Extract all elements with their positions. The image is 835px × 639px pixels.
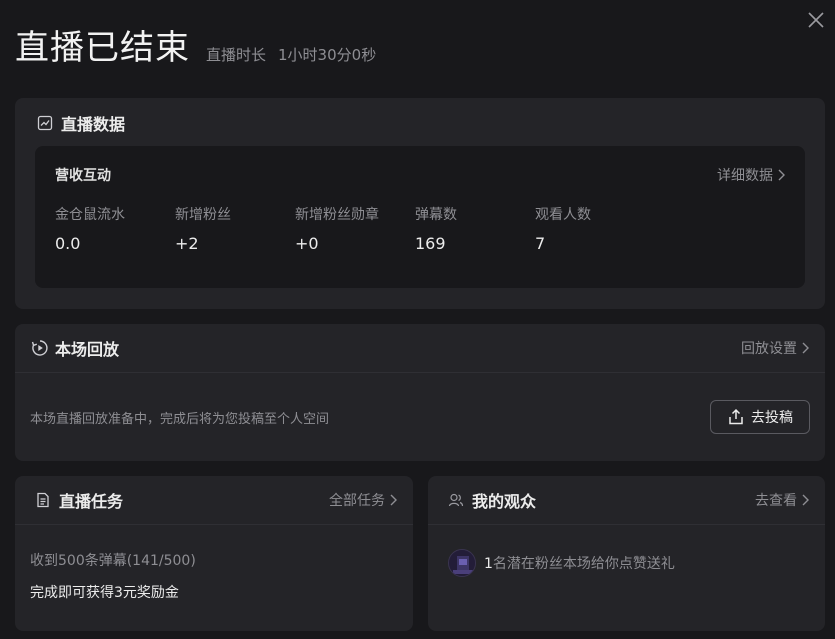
replay-icon (31, 339, 49, 357)
metric-label: 观看人数 (535, 207, 591, 223)
live-stats-card: 直播数据 营收互动 详细数据 金仓鼠流水 0.0 新增粉丝 +2 新增粉丝勋章 … (15, 98, 825, 309)
live-stats-title: 直播数据 (61, 115, 126, 134)
chart-icon (37, 114, 55, 132)
all-tasks-link[interactable]: 全部任务 (329, 490, 397, 510)
duration-label: 直播时长 (206, 46, 267, 64)
metric-new-fan-medals: 新增粉丝勋章 +0 (295, 204, 415, 253)
metric-label: 新增粉丝 (175, 207, 231, 223)
chevron-right-icon (802, 494, 809, 506)
detail-data-link[interactable]: 详细数据 (717, 165, 785, 185)
chevron-right-icon (778, 169, 785, 181)
revenue-interaction-title: 营收互动 (55, 168, 111, 184)
close-icon[interactable] (806, 10, 826, 30)
task-reward: 完成即可获得3元奖励金 (30, 585, 179, 601)
my-audience-title: 我的观众 (472, 492, 537, 511)
metric-danmaku-count: 弹幕数 169 (415, 204, 535, 253)
users-icon (448, 491, 466, 509)
page-title: 直播已结束 (15, 28, 190, 68)
metric-viewers: 观看人数 7 (535, 204, 655, 253)
metric-label: 弹幕数 (415, 207, 457, 223)
audience-text: 名潜在粉丝本场给你点赞送礼 (492, 556, 675, 572)
avatar[interactable] (448, 549, 476, 577)
header: 直播已结束 直播时长 1小时30分0秒 (15, 26, 376, 70)
view-audience-label: 去查看 (755, 493, 797, 509)
duration-value: 1小时30分0秒 (278, 46, 377, 64)
replay-settings-link[interactable]: 回放设置 (741, 338, 809, 358)
replay-body: 本场直播回放准备中，完成后将为您投稿至个人空间 去投稿 (15, 373, 825, 461)
metric-value: 7 (535, 234, 546, 253)
replay-title: 本场回放 (55, 340, 120, 359)
metrics-row: 金仓鼠流水 0.0 新增粉丝 +2 新增粉丝勋章 +0 弹幕数 169 观看人数… (35, 204, 805, 253)
metric-label: 金仓鼠流水 (55, 207, 125, 223)
revenue-interaction-header: 营收互动 详细数据 (35, 146, 805, 204)
document-icon (35, 491, 53, 509)
upload-button[interactable]: 去投稿 (710, 400, 810, 434)
metric-gold-hamster: 金仓鼠流水 0.0 (55, 204, 175, 253)
replay-settings-label: 回放设置 (741, 341, 797, 357)
replay-card: 本场回放 回放设置 本场直播回放准备中，完成后将为您投稿至个人空间 去投稿 (15, 324, 825, 461)
audience-summary: 1名潜在粉丝本场给你点赞送礼 (484, 553, 675, 573)
metric-new-fans: 新增粉丝 +2 (175, 204, 295, 253)
detail-data-label: 详细数据 (717, 168, 773, 184)
my-audience-card: 我的观众 去查看 1名潜在粉丝本场给你点赞送礼 (428, 476, 825, 631)
replay-description: 本场直播回放准备中，完成后将为您投稿至个人空间 (30, 411, 330, 427)
metric-label: 新增粉丝勋章 (295, 207, 379, 223)
metric-value: +2 (175, 234, 199, 253)
metric-value: 0.0 (55, 234, 81, 253)
replay-header: 本场回放 回放设置 (15, 324, 825, 372)
chevron-right-icon (802, 342, 809, 354)
live-stats-header: 直播数据 (15, 98, 825, 148)
chevron-right-icon (390, 494, 397, 506)
audience-count: 1 (484, 556, 493, 572)
task-progress: 收到500条弹幕(141/500) (30, 553, 196, 569)
upload-button-label: 去投稿 (751, 410, 793, 426)
close-button[interactable] (806, 10, 826, 30)
metric-value: 169 (415, 234, 446, 253)
live-tasks-header: 直播任务 全部任务 (15, 476, 413, 524)
view-audience-link[interactable]: 去查看 (755, 490, 809, 510)
my-audience-header: 我的观众 去查看 (428, 476, 825, 524)
audience-row: 1名潜在粉丝本场给你点赞送礼 (428, 525, 825, 577)
upload-icon (729, 408, 743, 425)
live-tasks-card: 直播任务 全部任务 收到500条弹幕(141/500) 完成即可获得3元奖励金 (15, 476, 413, 631)
revenue-interaction-panel: 营收互动 详细数据 金仓鼠流水 0.0 新增粉丝 +2 新增粉丝勋章 +0 弹幕… (35, 146, 805, 288)
metric-value: +0 (295, 234, 319, 253)
live-tasks-title: 直播任务 (59, 492, 124, 511)
all-tasks-label: 全部任务 (329, 493, 385, 509)
